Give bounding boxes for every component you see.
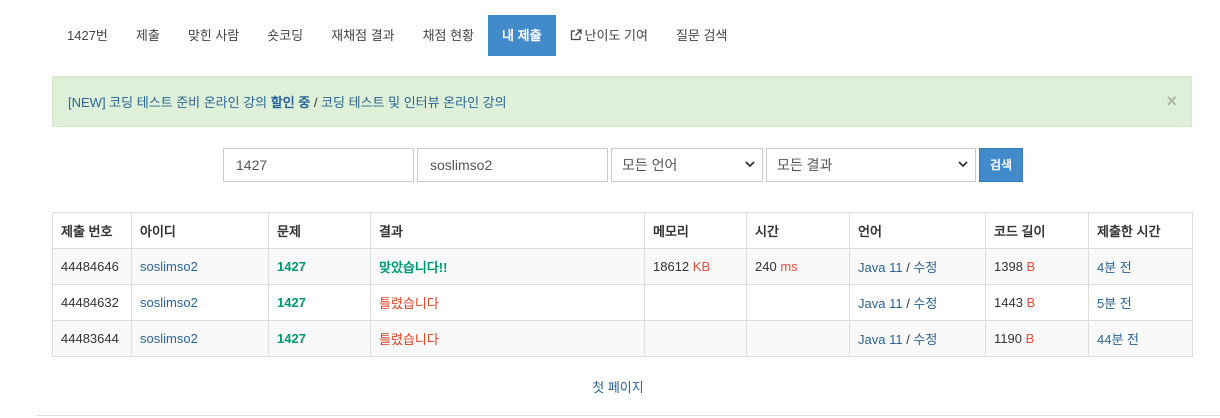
problem-tabs: 1427번 제출 맞힌 사람 숏코딩 재채점 결과 채점 현황 내 제출 난이도…: [53, 15, 741, 56]
problem-link[interactable]: 1427: [268, 320, 371, 357]
divider: [37, 415, 1220, 416]
separator: /: [902, 296, 914, 311]
submitted-time-link[interactable]: 4분 전: [1088, 248, 1193, 285]
alert-message: [NEW] 코딩 테스트 준비 온라인 강의 할인 중 / 코딩 테스트 및 인…: [68, 77, 507, 128]
header-time: 시간: [746, 212, 850, 249]
separator: /: [902, 260, 914, 275]
time-value: 240: [755, 259, 777, 274]
code-length-unit: B: [1025, 331, 1035, 346]
memory-cell: 18612 KB: [644, 248, 747, 285]
code-length-unit: B: [1026, 295, 1036, 310]
user-link[interactable]: soslimso2: [131, 284, 269, 321]
result-status: 틀렸습니다: [370, 284, 645, 321]
table-row: 44484632 soslimso2 1427 틀렸습니다 Java 11 / …: [52, 284, 1193, 321]
code-length-value: 1190: [994, 331, 1022, 346]
memory-value: 18612: [653, 259, 690, 274]
submission-id: 44484646: [52, 248, 132, 285]
memory-unit: KB: [692, 259, 711, 274]
tab-status[interactable]: 채점 현황: [409, 15, 488, 56]
user-link[interactable]: soslimso2: [131, 320, 269, 357]
promo-alert: [NEW] 코딩 테스트 준비 온라인 강의 할인 중 / 코딩 테스트 및 인…: [52, 76, 1192, 127]
search-button[interactable]: 검색: [979, 148, 1023, 182]
alert-bold-text: 할인 중: [270, 95, 311, 110]
result-select-value: 모든 결과: [777, 157, 833, 173]
first-page-link[interactable]: 첫 페이지: [0, 377, 1220, 396]
header-code-length: 코드 길이: [985, 212, 1089, 249]
submission-table: 제출 번호 아이디 문제 결과 메모리 시간 언어 코드 길이 제출한 시간 4…: [52, 212, 1193, 357]
language-cell: Java 11 / 수정: [849, 320, 986, 357]
alert-separator: /: [310, 95, 322, 110]
user-link[interactable]: soslimso2: [131, 248, 269, 285]
tab-my-submissions[interactable]: 내 제출: [488, 15, 556, 56]
language-link[interactable]: Java 11: [858, 332, 903, 347]
header-memory: 메모리: [644, 212, 747, 249]
alert-link-course[interactable]: [NEW] 코딩 테스트 준비 온라인 강의 할인 중: [68, 95, 310, 110]
language-select[interactable]: 모든 언어: [611, 148, 763, 182]
memory-cell: [644, 320, 747, 357]
code-length-cell: 1443 B: [985, 284, 1089, 321]
problem-link[interactable]: 1427: [268, 284, 371, 321]
tab-short-coding[interactable]: 숏코딩: [253, 15, 317, 56]
header-problem: 문제: [268, 212, 371, 249]
result-status: 틀렸습니다: [370, 320, 645, 357]
header-language: 언어: [849, 212, 986, 249]
header-submitted-time: 제출한 시간: [1088, 212, 1193, 249]
submission-id: 44483644: [52, 320, 132, 357]
code-length-value: 1398: [994, 259, 1023, 274]
external-link-icon: [570, 16, 582, 57]
result-select[interactable]: 모든 결과: [766, 148, 976, 182]
code-length-cell: 1190 B: [985, 320, 1089, 357]
language-link[interactable]: Java 11: [858, 260, 903, 275]
language-select-value: 모든 언어: [622, 157, 678, 173]
time-cell: [746, 320, 850, 357]
language-link[interactable]: Java 11: [858, 296, 903, 311]
submission-id: 44484632: [52, 284, 132, 321]
tab-question-search[interactable]: 질문 검색: [662, 15, 741, 56]
alert-link-interview[interactable]: 코딩 테스트 및 인터뷰 온라인 강의: [321, 95, 507, 110]
table-header-row: 제출 번호 아이디 문제 결과 메모리 시간 언어 코드 길이 제출한 시간: [52, 212, 1193, 249]
tab-rejudge[interactable]: 재채점 결과: [317, 15, 408, 56]
language-cell: Java 11 / 수정: [849, 248, 986, 285]
user-id-input[interactable]: soslimso2: [417, 148, 608, 182]
memory-cell: [644, 284, 747, 321]
edit-link[interactable]: 수정: [913, 296, 937, 311]
table-row: 44484646 soslimso2 1427 맞았습니다!! 18612 KB…: [52, 248, 1193, 285]
time-cell: 240 ms: [746, 248, 850, 285]
header-result: 결과: [370, 212, 645, 249]
tab-solvers[interactable]: 맞힌 사람: [174, 15, 253, 56]
language-cell: Java 11 / 수정: [849, 284, 986, 321]
submitted-time-link[interactable]: 44분 전: [1088, 320, 1193, 357]
result-status: 맞았습니다!!: [370, 248, 645, 285]
code-length-value: 1443: [994, 295, 1023, 310]
time-unit: ms: [780, 259, 798, 274]
separator: /: [902, 332, 914, 347]
header-user: 아이디: [131, 212, 269, 249]
edit-link[interactable]: 수정: [913, 260, 937, 275]
tab-difficulty[interactable]: 난이도 기여: [556, 15, 662, 56]
tab-problem[interactable]: 1427번: [53, 15, 122, 56]
tab-difficulty-label: 난이도 기여: [584, 28, 648, 43]
chevron-down-icon: [744, 149, 756, 193]
close-icon[interactable]: ×: [1166, 91, 1177, 111]
submitted-time-link[interactable]: 5분 전: [1088, 284, 1193, 321]
header-submission-id: 제출 번호: [52, 212, 132, 249]
edit-link[interactable]: 수정: [913, 332, 937, 347]
problem-link[interactable]: 1427: [268, 248, 371, 285]
time-cell: [746, 284, 850, 321]
code-length-unit: B: [1026, 259, 1036, 274]
tab-submit[interactable]: 제출: [122, 15, 174, 56]
alert-text-1: [NEW] 코딩 테스트 준비 온라인 강의: [68, 95, 271, 110]
table-row: 44483644 soslimso2 1427 틀렸습니다 Java 11 / …: [52, 320, 1193, 357]
problem-id-input[interactable]: 1427: [223, 148, 414, 182]
chevron-down-icon: [957, 149, 969, 193]
code-length-cell: 1398 B: [985, 248, 1089, 285]
